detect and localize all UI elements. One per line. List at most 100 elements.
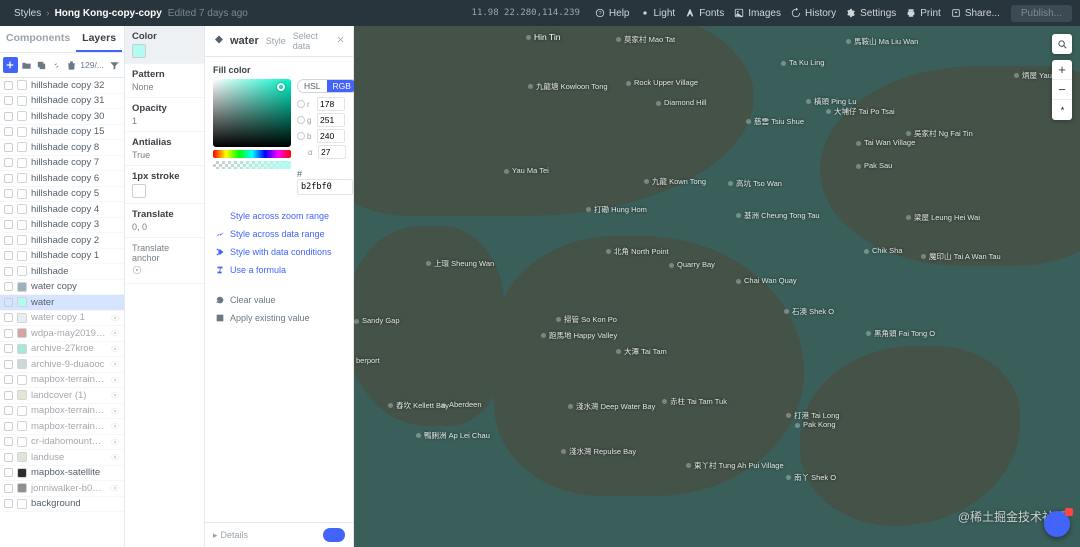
layer-checkbox[interactable]	[4, 189, 13, 198]
layer-row[interactable]: hillshade copy 3	[0, 218, 124, 234]
light-button[interactable]: Light	[640, 8, 676, 19]
layer-row[interactable]: hillshade copy 1	[0, 249, 124, 265]
b-input[interactable]	[317, 129, 345, 143]
layer-row[interactable]: water copy	[0, 280, 124, 296]
layer-row[interactable]: background	[0, 497, 124, 513]
hue-slider[interactable]	[213, 150, 291, 158]
layer-row[interactable]: hillshade copy 5	[0, 187, 124, 203]
layer-checkbox[interactable]	[4, 282, 13, 291]
prop-pattern[interactable]: Pattern None	[125, 64, 204, 98]
r-input[interactable]	[317, 97, 345, 111]
layer-checkbox[interactable]	[4, 158, 13, 167]
clear-value[interactable]: Clear value	[213, 291, 345, 309]
layer-checkbox[interactable]	[4, 406, 13, 415]
duplicate-button[interactable]	[35, 58, 48, 72]
g-radio[interactable]	[297, 116, 305, 124]
breadcrumb-styles[interactable]: Styles	[14, 8, 41, 19]
layer-row[interactable]: archive-9-duaooc	[0, 357, 124, 373]
prop-translate[interactable]: Translate 0, 0	[125, 204, 204, 238]
r-radio[interactable]	[297, 100, 305, 108]
layer-row[interactable]: mapbox-terrain-rgb (1)	[0, 373, 124, 389]
visibility-icon[interactable]	[110, 328, 120, 338]
layer-row[interactable]: water	[0, 295, 124, 311]
fab-button[interactable]	[1044, 511, 1070, 537]
layer-row[interactable]: hillshade copy 8	[0, 140, 124, 156]
close-button[interactable]	[336, 35, 345, 47]
color-mode-toggle[interactable]: HSL RGB	[297, 79, 358, 93]
visibility-icon[interactable]	[110, 390, 120, 400]
layer-row[interactable]: hillshade copy 32	[0, 78, 124, 94]
layer-checkbox[interactable]	[4, 329, 13, 338]
layer-row[interactable]: hillshade copy 6	[0, 171, 124, 187]
layer-row[interactable]: landuse	[0, 450, 124, 466]
images-button[interactable]: Images	[734, 8, 781, 19]
layer-row[interactable]: hillshade copy 4	[0, 202, 124, 218]
map-canvas[interactable]: Hin Tin莫家村 Mao Tat馬鞍山 Ma Liu WanTa Ku Li…	[354, 26, 1080, 547]
compass-button[interactable]	[1052, 100, 1072, 120]
visibility-icon[interactable]	[110, 344, 120, 354]
layer-checkbox[interactable]	[4, 81, 13, 90]
b-radio[interactable]	[297, 132, 305, 140]
mode-rgb[interactable]: RGB	[327, 80, 357, 92]
layer-checkbox[interactable]	[4, 96, 13, 105]
layer-checkbox[interactable]	[4, 174, 13, 183]
share-button[interactable]: Share...	[951, 8, 1000, 19]
layer-checkbox[interactable]	[4, 468, 13, 477]
tab-components[interactable]: Components	[0, 26, 76, 52]
layer-row[interactable]: mapbox-terrain-rgb	[0, 419, 124, 435]
layer-checkbox[interactable]	[4, 453, 13, 462]
layer-checkbox[interactable]	[4, 298, 13, 307]
layer-checkbox[interactable]	[4, 391, 13, 400]
tab-layers[interactable]: Layers	[76, 26, 122, 52]
layer-checkbox[interactable]	[4, 127, 13, 136]
folder-button[interactable]	[20, 58, 33, 72]
help-button[interactable]: ?Help	[595, 8, 630, 19]
layer-row[interactable]: cr-idahomountainranges-pu...	[0, 435, 124, 451]
layer-checkbox[interactable]	[4, 484, 13, 493]
layer-row[interactable]: hillshade	[0, 264, 124, 280]
apply-existing[interactable]: Apply existing value	[213, 309, 345, 327]
fonts-button[interactable]: Fonts	[685, 8, 724, 19]
layer-checkbox[interactable]	[4, 267, 13, 276]
select-data-tab[interactable]: Select data	[293, 31, 327, 51]
visibility-icon[interactable]	[110, 406, 120, 416]
visibility-icon[interactable]	[110, 375, 120, 385]
layer-row[interactable]: hillshade copy 15	[0, 125, 124, 141]
prop-opacity[interactable]: Opacity 1	[125, 98, 204, 132]
prop-color[interactable]: Color	[125, 26, 204, 64]
search-control[interactable]	[1052, 34, 1072, 54]
details-toggle[interactable]: ▸ Details	[213, 530, 248, 541]
layer-row[interactable]: landcover (1)	[0, 388, 124, 404]
style-zoom-range[interactable]: Style across zoom range	[213, 207, 345, 225]
style-data-range[interactable]: Style across data range	[213, 225, 345, 243]
visibility-icon[interactable]	[110, 359, 120, 369]
zoom-out-button[interactable]: −	[1052, 80, 1072, 100]
g-input[interactable]	[317, 113, 345, 127]
layer-checkbox[interactable]	[4, 437, 13, 446]
layer-checkbox[interactable]	[4, 205, 13, 214]
hex-input[interactable]	[297, 179, 353, 195]
layer-row[interactable]: water copy 1	[0, 311, 124, 327]
settings-button[interactable]: Settings	[846, 8, 896, 19]
layer-row[interactable]: hillshade copy 2	[0, 233, 124, 249]
layer-checkbox[interactable]	[4, 112, 13, 121]
zoom-in-button[interactable]: +	[1052, 60, 1072, 80]
layer-checkbox[interactable]	[4, 344, 13, 353]
page-title[interactable]: Hong Kong-copy-copy	[55, 8, 162, 19]
color-picker[interactable]	[213, 79, 291, 147]
use-formula[interactable]: Use a formula	[213, 261, 345, 279]
prop-antialias[interactable]: Antialias True	[125, 132, 204, 166]
alpha-slider[interactable]	[213, 161, 291, 169]
layer-row[interactable]: archive-27kroe	[0, 342, 124, 358]
layer-row[interactable]: hillshade copy 31	[0, 94, 124, 110]
mode-hsl[interactable]: HSL	[298, 80, 327, 92]
add-layer-button[interactable]	[3, 57, 18, 73]
layer-checkbox[interactable]	[4, 422, 13, 431]
unlink-button[interactable]	[50, 58, 63, 72]
filter-button[interactable]	[108, 58, 121, 72]
layer-checkbox[interactable]	[4, 375, 13, 384]
style-conditions[interactable]: Style with data conditions	[213, 243, 345, 261]
layer-checkbox[interactable]	[4, 143, 13, 152]
visibility-icon[interactable]	[110, 437, 120, 447]
a-input[interactable]	[318, 145, 346, 159]
